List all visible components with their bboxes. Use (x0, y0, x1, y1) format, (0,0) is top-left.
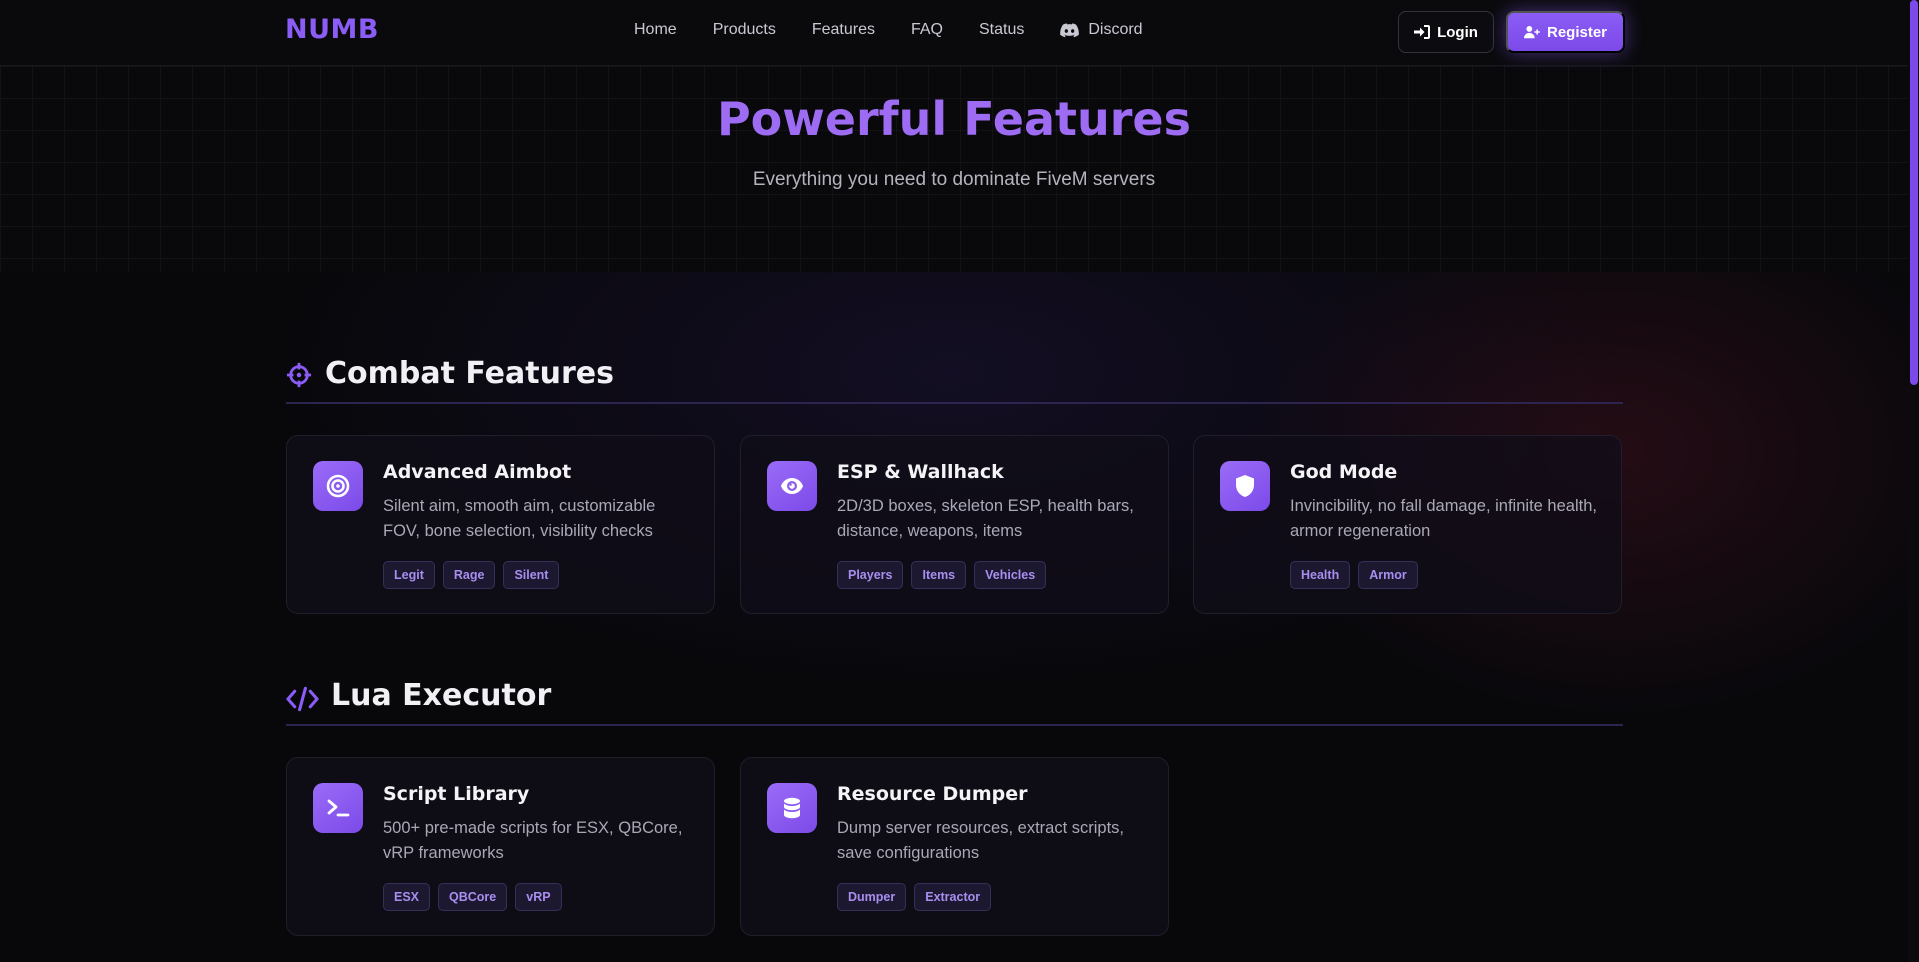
card-tags: ESX QBCore vRP (383, 883, 562, 911)
card-description: 500+ pre-made scripts for ESX, QBCore, v… (383, 819, 683, 862)
card-title: Script Library (383, 783, 530, 805)
eye-icon (781, 478, 803, 494)
card-tags: Legit Rage Silent (383, 561, 560, 589)
tag: Rage (442, 561, 496, 589)
section-title: Combat Features (325, 356, 614, 391)
tag: Items (911, 561, 967, 589)
card-title: Advanced Aimbot (383, 461, 572, 483)
feature-card-esp-wallhack[interactable]: ESP & Wallhack 2D/3D boxes, skeleton ESP… (740, 435, 1169, 614)
card-description: Invincibility, no fall damage, infinite … (1290, 497, 1597, 540)
page-title: Powerful Features (716, 92, 1192, 146)
card-description: Dump server resources, extract scripts, … (837, 819, 1124, 862)
crosshair-icon (286, 362, 312, 388)
login-label: Login (1437, 23, 1478, 41)
section-header-combat: Combat Features (286, 354, 1623, 404)
card-tags: Players Items Vehicles (837, 561, 1047, 589)
scrollbar-thumb[interactable] (1910, 0, 1918, 385)
feature-card-advanced-aimbot[interactable]: Advanced Aimbot Silent aim, smooth aim, … (286, 435, 715, 614)
card-tags: Dumper Extractor (837, 883, 992, 911)
nav-link-products[interactable]: Products (713, 21, 776, 39)
page-subtitle: Everything you need to dominate FiveM se… (752, 169, 1156, 190)
shield-icon (1236, 475, 1254, 497)
top-navbar: NUMB Home Products Features FAQ Status D… (0, 0, 1908, 66)
feature-card-resource-dumper[interactable]: Resource Dumper Dump server resources, e… (740, 757, 1169, 936)
feature-card-god-mode[interactable]: God Mode Invincibility, no fall damage, … (1193, 435, 1622, 614)
tag: Players (837, 561, 904, 589)
discord-label: Discord (1088, 21, 1143, 38)
tag: vRP (515, 883, 562, 911)
user-plus-icon (1523, 25, 1540, 39)
card-icon-box (767, 783, 817, 833)
card-icon-box (313, 783, 363, 833)
nav-link-faq[interactable]: FAQ (911, 21, 943, 39)
tag: Extractor (914, 883, 992, 911)
card-description: 2D/3D boxes, skeleton ESP, health bars, … (837, 497, 1134, 540)
sign-in-icon (1414, 25, 1431, 39)
database-icon (784, 797, 800, 819)
tag: Silent (503, 561, 560, 589)
discord-icon (1060, 22, 1080, 37)
nav-link-home[interactable]: Home (634, 21, 677, 39)
card-icon-box (1220, 461, 1270, 511)
login-button[interactable]: Login (1398, 11, 1494, 53)
page-scrollbar[interactable] (1908, 0, 1919, 962)
card-title: Resource Dumper (837, 783, 1028, 805)
tag: Legit (383, 561, 435, 589)
section-header-lua: Lua Executor (286, 676, 1623, 726)
card-icon-box (313, 461, 363, 511)
feature-card-script-library[interactable]: Script Library 500+ pre-made scripts for… (286, 757, 715, 936)
card-title: ESP & Wallhack (837, 461, 1004, 483)
register-button[interactable]: Register (1506, 11, 1625, 53)
nav-links: Home Products Features FAQ Status Discor… (634, 21, 1179, 39)
tag: ESX (383, 883, 431, 911)
code-icon (286, 686, 319, 712)
tag: QBCore (438, 883, 508, 911)
tag: Dumper (837, 883, 907, 911)
register-label: Register (1546, 23, 1608, 41)
tag: Armor (1358, 561, 1418, 589)
card-description: Silent aim, smooth aim, customizable FOV… (383, 497, 656, 540)
tag: Health (1290, 561, 1351, 589)
logo[interactable]: NUMB (285, 14, 379, 45)
nav-link-status[interactable]: Status (979, 21, 1024, 39)
card-title: God Mode (1290, 461, 1398, 483)
nav-link-discord[interactable]: Discord (1060, 21, 1143, 39)
card-tags: Health Armor (1290, 561, 1418, 589)
card-icon-box (767, 461, 817, 511)
section-title: Lua Executor (331, 678, 552, 713)
tag: Vehicles (974, 561, 1047, 589)
terminal-icon (327, 799, 350, 817)
nav-link-features[interactable]: Features (812, 21, 875, 39)
target-icon (326, 474, 350, 498)
